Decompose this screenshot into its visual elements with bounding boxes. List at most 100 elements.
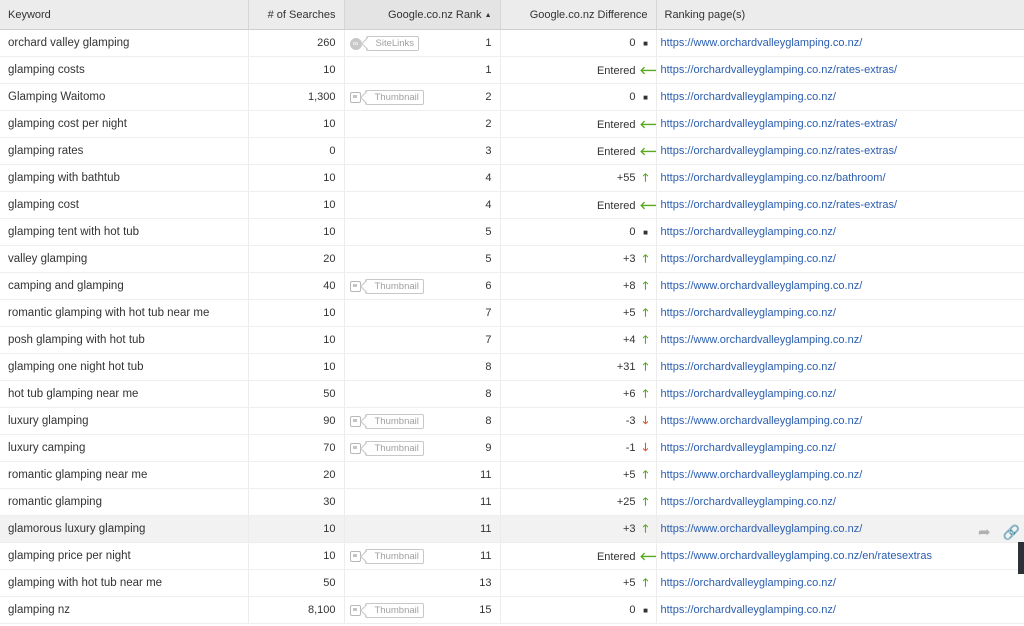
ranking-page-link[interactable]: https://orchardvalleyglamping.co.nz/bath… <box>661 172 886 184</box>
row-actions: ➦ 🔗 <box>978 523 1020 542</box>
ranking-page-link[interactable]: https://www.orchardvalleyglamping.co.nz/ <box>661 334 863 346</box>
ranking-page-link[interactable]: https://orchardvalleyglamping.co.nz/ <box>661 388 836 400</box>
difference-value: 0 <box>629 91 636 103</box>
searches-cell: 10 <box>248 326 345 354</box>
ranking-page-link[interactable]: https://orchardvalleyglamping.co.nz/ <box>661 91 836 103</box>
ranking-page-cell: https://orchardvalleyglamping.co.nz/ <box>656 218 1024 246</box>
ranking-page-link[interactable]: https://www.orchardvalleyglamping.co.nz/ <box>661 280 863 292</box>
difference-cell: Entered 🡐 <box>500 542 657 570</box>
table-row[interactable]: glamping one night hot tub 10 8 +31 🡑 https:/… <box>0 353 1024 381</box>
table-row[interactable]: glamping with hot tub near me 50 13 +5 🡑 http… <box>0 569 1024 597</box>
column-header-ranking-page[interactable]: Ranking page(s) <box>656 0 1024 30</box>
rank-cell: Thumbnail 9 <box>344 434 501 462</box>
arrow-up-icon: 🡑 <box>642 279 649 292</box>
ranking-page-cell: https://orchardvalleyglamping.co.nz/ <box>656 353 1024 381</box>
table-row[interactable]: posh glamping with hot tub 10 7 +4 🡑 https://… <box>0 326 1024 354</box>
table-row[interactable]: camping and glamping 40 Thumbnail 6 +8 🡑 https… <box>0 272 1024 300</box>
arrow-left-icon: 🡐 <box>640 198 656 212</box>
difference-value: 0 <box>629 226 636 238</box>
table-row[interactable]: romantic glamping with hot tub near me 10… <box>0 299 1024 327</box>
ranking-page-link[interactable]: https://orchardvalleyglamping.co.nz/ <box>661 442 836 454</box>
arrow-down-icon: 🡓 <box>642 441 649 454</box>
ranking-page-link[interactable]: https://orchardvalleyglamping.co.nz/ <box>661 604 836 616</box>
difference-cell: +25 🡑 <box>500 488 657 516</box>
ranking-page-link[interactable]: https://www.orchardvalleyglamping.co.nz/ <box>661 37 863 49</box>
table-row[interactable]: glamping with bathtub 10 4 +55 🡑 https://orch… <box>0 164 1024 192</box>
ranking-page-link[interactable]: https://orchardvalleyglamping.co.nz/ <box>661 226 836 238</box>
rank-value: 6 <box>485 280 492 292</box>
keyword-cell: glamping with hot tub near me <box>0 569 249 597</box>
searches-cell: 50 <box>248 380 345 408</box>
difference-cell: +3 🡑 <box>500 515 657 543</box>
difference-cell: 0 ■ <box>500 29 657 57</box>
keyword-cell: valley glamping <box>0 245 249 273</box>
table-row[interactable]: romantic glamping near me 20 11 +5 🡑 https://… <box>0 461 1024 489</box>
table-row[interactable]: valley glamping 20 5 +3 🡑 https://orchardvall… <box>0 245 1024 273</box>
ranking-page-link[interactable]: https://www.orchardvalleyglamping.co.nz/ <box>661 469 863 481</box>
difference-value: +6 <box>622 387 636 400</box>
ranking-page-link[interactable]: https://orchardvalleyglamping.co.nz/ <box>661 361 836 373</box>
difference-value: Entered <box>596 200 636 212</box>
ranking-page-cell: https://orchardvalleyglamping.co.nz/ <box>656 245 1024 273</box>
searches-cell: 70 <box>248 434 345 462</box>
table-row[interactable]: hot tub glamping near me 50 8 +6 🡑 https://or… <box>0 380 1024 408</box>
table-row[interactable]: glamping price per night 10 Thumbnail 11 Ent… <box>0 542 1024 570</box>
difference-value: Entered <box>596 119 636 131</box>
column-header-difference[interactable]: Google.co.nz Difference <box>500 0 657 30</box>
keyword-cell: glamping costs <box>0 56 249 84</box>
table-row[interactable]: glamping cost per night10 2 Entered 🡐 https:… <box>0 110 1024 138</box>
ranking-page-link[interactable]: https://orchardvalleyglamping.co.nz/ <box>661 307 836 319</box>
column-header-rank[interactable]: Google.co.nz Rank ▲ <box>344 0 501 30</box>
arrow-left-icon: 🡐 <box>640 63 656 77</box>
difference-cell: -1 🡓 <box>500 434 657 462</box>
table-row[interactable]: glamping rates0 3 Entered 🡐 https://orchardv… <box>0 137 1024 165</box>
difference-value: +5 <box>622 576 636 589</box>
rank-cell: 11 <box>344 461 501 489</box>
rank-cell: Thumbnail 11 <box>344 542 501 570</box>
rank-cell: 11 <box>344 488 501 516</box>
difference-value: +4 <box>622 333 636 346</box>
side-panel-tab[interactable] <box>1018 542 1024 574</box>
share-arrow-icon[interactable]: ➦ <box>978 523 991 541</box>
ranking-page-link[interactable]: https://www.orchardvalleyglamping.co.nz/… <box>661 550 932 562</box>
table-row[interactable]: romantic glamping 30 11 +25 🡑 https://orchard… <box>0 488 1024 516</box>
ranking-page-link[interactable]: https://orchardvalleyglamping.co.nz/ <box>661 577 836 589</box>
ranking-page-link[interactable]: https://www.orchardvalleyglamping.co.nz/ <box>661 415 863 427</box>
ranking-page-link[interactable]: https://orchardvalleyglamping.co.nz/rate… <box>661 118 898 130</box>
thumbnail-tag: Thumbnail <box>364 441 424 456</box>
serp-feature-thumbnail: Thumbnail <box>349 441 424 456</box>
rank-value: 9 <box>485 442 492 454</box>
ranking-page-link[interactable]: https://orchardvalleyglamping.co.nz/rate… <box>661 64 898 76</box>
difference-cell: Entered 🡐 <box>500 191 657 219</box>
keyword-cell: romantic glamping near me <box>0 461 249 489</box>
searches-cell: 260 <box>248 29 345 57</box>
rank-cell: 5 <box>344 245 501 273</box>
ranking-page-link[interactable]: https://orchardvalleyglamping.co.nz/rate… <box>661 199 898 211</box>
searches-cell: 10 <box>248 56 345 84</box>
ranking-page-link[interactable]: https://www.orchardvalleyglamping.co.nz/ <box>661 523 863 535</box>
ranking-page-cell: https://www.orchardvalleyglamping.co.nz/ <box>656 326 1024 354</box>
ranking-page-link[interactable]: https://orchardvalleyglamping.co.nz/ <box>661 253 836 265</box>
column-header-keyword[interactable]: Keyword <box>0 0 249 30</box>
difference-value: +5 <box>622 468 636 481</box>
searches-cell: 30 <box>248 488 345 516</box>
table-row[interactable]: glamorous luxury glamping 10 11 +3 🡑 https://… <box>0 515 1024 543</box>
table-row[interactable]: glamping costs10 1 Entered 🡐 https://orchard… <box>0 56 1024 84</box>
table-row[interactable]: Glamping Waitomo 1,300 Thumbnail 2 0 ■ https:/… <box>0 83 1024 111</box>
ranking-page-link[interactable]: https://orchardvalleyglamping.co.nz/rate… <box>661 145 898 157</box>
table-row[interactable]: luxury camping 70 Thumbnail 9 -1 🡓 https://orc… <box>0 434 1024 462</box>
ranking-page-cell: https://www.orchardvalleyglamping.co.nz/ <box>656 407 1024 435</box>
table-row[interactable]: glamping cost10 4 Entered 🡐 https://orchardv… <box>0 191 1024 219</box>
thumbnail-tag: Thumbnail <box>364 414 424 429</box>
thumbnail-icon <box>349 281 361 292</box>
rank-value: 8 <box>485 388 492 400</box>
table-row[interactable]: luxury glamping 90 Thumbnail 8 -3 🡓 https://ww… <box>0 407 1024 435</box>
column-header-searches[interactable]: # of Searches <box>248 0 345 30</box>
link-icon[interactable]: 🔗 <box>1003 524 1020 541</box>
ranking-page-cell: https://orchardvalleyglamping.co.nz/ <box>656 488 1024 516</box>
table-row[interactable]: glamping nz 8,100 Thumbnail 15 0 ■ https://orc… <box>0 596 1024 624</box>
difference-value: -1 <box>625 441 636 454</box>
table-row[interactable]: orchard valley glamping 260 ∞ SiteLinks 1 0 ■ h… <box>0 29 1024 57</box>
ranking-page-link[interactable]: https://orchardvalleyglamping.co.nz/ <box>661 496 836 508</box>
table-row[interactable]: glamping tent with hot tub 10 5 0 ■ https://o… <box>0 218 1024 246</box>
